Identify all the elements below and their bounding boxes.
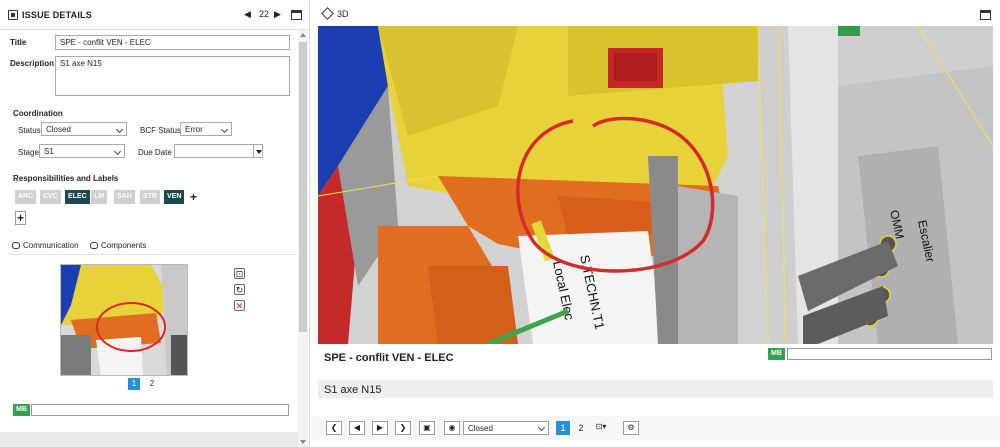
tag-lm[interactable]: LM	[91, 190, 108, 204]
panel-title: ISSUE DETAILS	[22, 10, 92, 20]
description-band	[318, 380, 993, 398]
toolbar-page-2[interactable]: 2	[574, 421, 588, 435]
tab-components[interactable]: Components	[90, 241, 146, 250]
components-icon	[90, 242, 98, 249]
title-input[interactable]: SPE - conflit VEN - ELEC	[55, 35, 290, 50]
status-label: Status	[18, 126, 41, 135]
refresh-snapshot-icon[interactable]: ↻	[234, 284, 245, 295]
bcf-status-label: BCF Status	[140, 126, 181, 135]
stage-select[interactable]: S1	[39, 144, 125, 158]
snapshot-thumbnail[interactable]	[60, 264, 188, 376]
present-button[interactable]: ▣	[419, 421, 435, 435]
maximize-3d-icon[interactable]	[980, 10, 991, 20]
tag-arc[interactable]: ARC	[15, 190, 37, 204]
toolbar-page-1[interactable]: 1	[556, 421, 570, 435]
left-panel-footer	[0, 432, 298, 447]
snapshot-page-2[interactable]: 2	[146, 378, 158, 390]
status-select[interactable]: Closed	[41, 122, 127, 136]
tag-ven[interactable]: VEN	[164, 190, 185, 204]
next-issue-button[interactable]: ▶	[274, 9, 281, 20]
3d-viewport[interactable]: Local Elec S.TECHN.T1 Escalier OMM	[318, 26, 993, 344]
date-picker-button[interactable]	[253, 144, 263, 158]
first-issue-button[interactable]: ❮	[326, 421, 342, 435]
tab-components-label: Components	[101, 241, 147, 250]
title-label: Title	[10, 38, 27, 47]
bcf-status-select[interactable]: Error	[180, 122, 232, 136]
issue-title-display: SPE - conflit VEN - ELEC	[324, 352, 454, 364]
tag-cvc[interactable]: CVC	[40, 190, 61, 204]
coordination-label: Coordination	[13, 109, 63, 118]
tab-divider	[8, 254, 298, 255]
3d-view-panel: 3D Local Elec S.TECHN.T1 Escalier OMM MB…	[311, 0, 1000, 447]
scroll-thumb[interactable]	[299, 42, 307, 332]
3d-view-title: 3D	[337, 9, 349, 19]
tag-elec[interactable]: ELEC	[65, 190, 90, 204]
delete-snapshot-icon[interactable]: ✕	[234, 300, 245, 311]
next-button[interactable]: ▶	[372, 421, 388, 435]
3d-scene: Local Elec S.TECHN.T1 Escalier OMM	[318, 26, 993, 344]
settings-gear-icon[interactable]: ⚙	[623, 421, 639, 435]
maximize-icon[interactable]	[291, 10, 302, 20]
comment-input[interactable]	[31, 404, 289, 416]
chat-icon	[12, 242, 20, 249]
viewport-comment-badge: MB	[768, 348, 785, 360]
tab-communication-label: Communication	[23, 241, 79, 250]
snapshot-page-1[interactable]: 1	[128, 378, 140, 390]
3d-view-header: 3D	[311, 0, 1000, 26]
comment-author-badge: MB	[13, 404, 30, 416]
snapshot-thumbnail-image	[61, 265, 187, 375]
last-issue-button[interactable]: ❯	[395, 421, 411, 435]
zoom-fit-icon[interactable]: ⊡▾	[593, 421, 609, 435]
viewport-comment-input[interactable]	[787, 348, 992, 360]
scroll-down-icon[interactable]	[300, 440, 306, 444]
issue-details-icon	[8, 10, 18, 20]
stage-label: Stage	[18, 148, 39, 157]
issue-details-panel: ISSUE DETAILS ◀ 22 ▶ Title SPE - conflit…	[0, 0, 310, 447]
previous-button[interactable]: ◀	[349, 421, 365, 435]
due-date-input[interactable]	[174, 144, 254, 158]
app-root: ISSUE DETAILS ◀ 22 ▶ Title SPE - conflit…	[0, 0, 1000, 447]
previous-issue-button[interactable]: ◀	[244, 9, 251, 20]
description-input[interactable]: S1 axe N15	[55, 56, 290, 96]
bottom-toolbar: ❮ ◀ ▶ ❯ ▣ ◉ Closed 1 2 ⊡▾ ⚙	[311, 416, 1000, 440]
left-panel-scrollbar[interactable]	[298, 30, 308, 447]
responsibilities-label: Responsibilities and Labels	[13, 174, 119, 183]
toolbar-status-select[interactable]: Closed	[463, 421, 549, 435]
issue-number: 22	[259, 9, 270, 19]
add-responsibility-plus-icon[interactable]: +	[15, 211, 27, 225]
due-date-label: Due Date	[138, 148, 172, 157]
scroll-up-icon[interactable]	[300, 33, 306, 37]
3d-cube-icon	[321, 7, 334, 20]
tab-communication[interactable]: Communication	[12, 241, 79, 250]
panel-header: ISSUE DETAILS ◀ 22 ▶	[0, 0, 310, 30]
zoom-snapshot-icon[interactable]: ⊡	[234, 268, 245, 279]
camera-icon[interactable]: ◉	[444, 421, 460, 435]
tag-str[interactable]: STR	[140, 190, 160, 204]
tag-san[interactable]: SAN	[114, 190, 135, 204]
description-label: Description	[10, 59, 55, 68]
add-tag-plus-icon[interactable]: +	[190, 191, 197, 203]
issue-description-display: S1 axe N15	[324, 384, 382, 396]
